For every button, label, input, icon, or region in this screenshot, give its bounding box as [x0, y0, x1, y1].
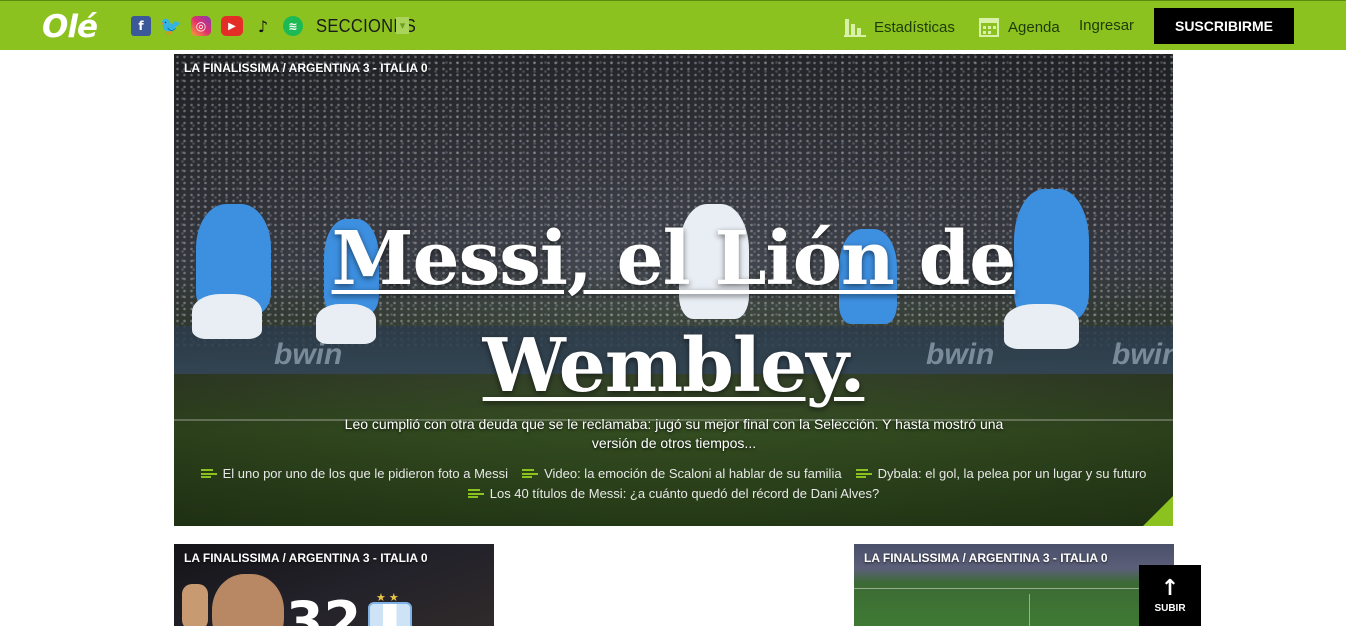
article-card[interactable]: 32 ★★ LA FINALISSIMA / ARGENTINA 3 - ITA…	[174, 544, 494, 626]
facebook-icon[interactable]: f	[131, 16, 151, 36]
related-link-label: Dybala: el gol, la pelea por un lugar y …	[877, 466, 1147, 481]
related-link[interactable]: El uno por uno de los que le pidieron fo…	[200, 466, 509, 481]
nav-estadisticas[interactable]: Estadísticas	[844, 17, 955, 37]
top-navigation-bar: Olé f 🐦 ◎ ▶ ♪ ≋ SECCIONES ▾ Estadísticas	[0, 0, 1346, 50]
spotify-icon[interactable]: ≋	[283, 16, 303, 36]
social-links: f 🐦 ◎ ▶ ♪ ≋	[131, 16, 303, 37]
nav-ingresar-label: Ingresar	[1079, 17, 1135, 34]
pitch-line	[1029, 594, 1030, 626]
afa-crest-icon	[368, 602, 412, 626]
card-section-tag[interactable]: LA FINALISSIMA / ARGENTINA 3 - ITALIA 0	[184, 551, 428, 565]
hero-summary: Leo cumplió con otra deuda que se le rec…	[344, 416, 1004, 451]
twitter-icon[interactable]: 🐦	[160, 16, 182, 37]
related-links-row-1: El uno por uno de los que le pidieron fo…	[174, 466, 1173, 481]
secciones-toggle-icon[interactable]: ▾	[396, 17, 409, 34]
related-link[interactable]: Dybala: el gol, la pelea por un lugar y …	[855, 466, 1147, 481]
instagram-icon[interactable]: ◎	[191, 16, 211, 36]
calendar-icon	[978, 17, 1000, 37]
card-section-tag[interactable]: LA FINALISSIMA / ARGENTINA 3 - ITALIA 0	[864, 551, 1108, 565]
hero-headline-line-1[interactable]: Messi, el Lión de	[174, 212, 1173, 306]
card-image-hand	[182, 584, 208, 626]
pitch-line	[854, 588, 1174, 589]
nav-estadisticas-label: Estadísticas	[874, 18, 955, 36]
tiktok-icon[interactable]: ♪	[253, 16, 273, 36]
related-link[interactable]: Video: la emoción de Scaloni al hablar d…	[522, 466, 842, 481]
corner-accent	[1143, 496, 1173, 526]
card-image-number: 32	[286, 590, 362, 626]
nav-agenda-label: Agenda	[1008, 18, 1060, 36]
related-link[interactable]: Los 40 títulos de Messi: ¿a cuánto quedó…	[467, 486, 880, 501]
arrow-up-icon: ↑	[1160, 575, 1180, 601]
scroll-to-top-button[interactable]: ↑ SUBIR	[1139, 565, 1201, 626]
related-link-label: El uno por uno de los que le pidieron fo…	[222, 466, 509, 481]
list-lines-icon	[855, 469, 872, 478]
hero-headline-line-2[interactable]: Wembley.	[174, 319, 1173, 413]
related-links-row-2: Los 40 títulos de Messi: ¿a cuánto quedó…	[174, 486, 1173, 501]
list-lines-icon	[467, 489, 484, 498]
article-card[interactable]: LA FINALISSIMA / ARGENTINA 3 - ITALIA 0	[854, 544, 1174, 626]
related-link-label: Los 40 títulos de Messi: ¿a cuánto quedó…	[489, 486, 880, 501]
hero-article[interactable]: bwin bwin bwin LA FINALISSIMA / ARGENTIN…	[174, 54, 1173, 526]
list-lines-icon	[522, 469, 539, 478]
nav-agenda[interactable]: Agenda	[978, 17, 1060, 37]
subscribe-button[interactable]: SUSCRIBIRME	[1154, 8, 1294, 44]
ole-logo[interactable]: Olé	[42, 9, 98, 45]
card-image-player	[212, 574, 284, 626]
nav-ingresar[interactable]: Ingresar	[1079, 17, 1134, 34]
hero-section-tag[interactable]: LA FINALISSIMA / ARGENTINA 3 - ITALIA 0	[184, 61, 428, 75]
related-link-label: Video: la emoción de Scaloni al hablar d…	[544, 466, 842, 481]
list-lines-icon	[200, 469, 217, 478]
youtube-icon[interactable]: ▶	[221, 16, 243, 36]
bar-chart-icon	[844, 17, 866, 37]
headline-text[interactable]: Messi, el Lión de	[332, 216, 1017, 302]
scroll-to-top-label: SUBIR	[1154, 602, 1186, 614]
headline-text[interactable]: Wembley.	[483, 323, 866, 409]
